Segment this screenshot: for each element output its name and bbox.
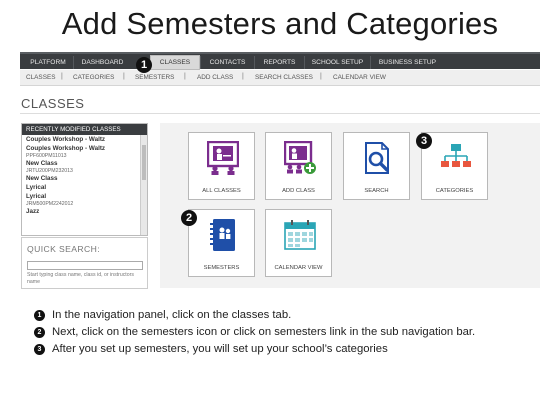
subnav-add-class[interactable]: ADD CLASS xyxy=(197,74,233,81)
callout-3: 3 xyxy=(416,133,432,149)
nav-tab-classes[interactable]: CLASSES xyxy=(150,55,200,70)
recent-header: RECENTLY MODIFIED CLASSES xyxy=(22,124,147,135)
heading-divider xyxy=(20,113,540,114)
nav-tab-school-setup[interactable]: SCHOOL SETUP xyxy=(304,56,370,69)
list-item[interactable]: Couples Workshop - Waltz PPF600PM11013 xyxy=(22,144,141,159)
subnav-classes[interactable]: CLASSES xyxy=(26,74,55,81)
subnav-categories[interactable]: CATEGORIES xyxy=(73,74,114,81)
list-item[interactable]: Lyrical xyxy=(22,183,141,192)
nav-tab-reports[interactable]: REPORTS xyxy=(254,56,304,69)
step-text: After you set up semesters, you will set… xyxy=(52,343,388,355)
all-classes-label: ALL CLASSES xyxy=(202,188,241,194)
step-number-badge: 1 xyxy=(34,310,45,321)
subnav-separator: | xyxy=(320,73,322,80)
semesters-tile[interactable]: SEMESTERS xyxy=(188,209,255,277)
instruction-step: 2 Next, click on the semesters icon or c… xyxy=(34,326,534,339)
subnav-separator: | xyxy=(242,73,244,80)
all-classes-icon xyxy=(207,141,239,175)
subnav-semesters[interactable]: SEMESTERS xyxy=(135,74,174,81)
calendar-icon xyxy=(284,220,316,250)
add-class-label: ADD CLASS xyxy=(282,188,315,194)
semesters-label: SEMESTERS xyxy=(203,265,240,271)
recent-scrollbar[interactable] xyxy=(140,135,147,235)
step-text: Next, click on the semesters icon or cli… xyxy=(52,326,476,338)
search-icon xyxy=(365,142,389,174)
all-classes-tile[interactable]: ALL CLASSES xyxy=(188,132,255,200)
list-item[interactable]: Jazz xyxy=(22,207,141,216)
step-text: In the navigation panel, click on the cl… xyxy=(52,309,292,321)
add-class-icon xyxy=(284,141,316,174)
search-label: SEARCH xyxy=(364,188,389,194)
search-tile[interactable]: SEARCH xyxy=(343,132,410,200)
instruction-step: 1 In the navigation panel, click on the … xyxy=(34,309,534,322)
quick-search-panel: QUICK SEARCH: Start typing class name, c… xyxy=(21,237,148,289)
subnav-separator: | xyxy=(184,73,186,80)
add-class-tile[interactable]: ADD CLASS xyxy=(265,132,332,200)
recent-list: Couples Workshop - Waltz Couples Worksho… xyxy=(22,135,141,235)
nav-tab-contacts[interactable]: CONTACTS xyxy=(200,56,254,69)
nav-tab-platform[interactable]: PLATFORM xyxy=(23,56,73,69)
sub-navigation: CLASSES | CATEGORIES | SEMESTERS | ADD C… xyxy=(20,70,540,86)
callout-2: 2 xyxy=(181,210,197,226)
callout-1: 1 xyxy=(136,57,152,73)
list-item[interactable]: Couples Workshop - Waltz xyxy=(22,135,141,144)
recently-modified-panel: RECENTLY MODIFIED CLASSES Couples Worksh… xyxy=(21,123,148,236)
step-number-badge: 2 xyxy=(34,327,45,338)
categories-label: CATEGORIES xyxy=(435,188,474,194)
calendar-view-label: CALENDAR VIEW xyxy=(274,265,323,271)
quick-search-input[interactable] xyxy=(27,261,143,270)
list-item[interactable]: New Class JRTU200PM232013 xyxy=(22,159,141,174)
quick-search-label: QUICK SEARCH: xyxy=(27,244,101,254)
subnav-separator: | xyxy=(123,73,125,80)
quick-search-help: Start typing class name, class id, or in… xyxy=(27,272,134,285)
subnav-calendar-view[interactable]: CALENDAR VIEW xyxy=(333,74,386,81)
nav-tab-business-setup[interactable]: BUSINESS SETUP xyxy=(370,56,444,69)
instruction-list: 1 In the navigation panel, click on the … xyxy=(34,309,534,360)
subnav-separator: | xyxy=(61,73,63,80)
subnav-search-classes[interactable]: SEARCH CLASSES xyxy=(255,74,313,81)
calendar-view-tile[interactable]: CALENDAR VIEW xyxy=(265,209,332,277)
step-number-badge: 3 xyxy=(34,344,45,355)
class-tools-panel: ALL CLASSES ADD CLASS SEARCH CATEGORIES … xyxy=(160,123,540,288)
list-item[interactable]: New Class xyxy=(22,174,141,183)
semesters-icon xyxy=(210,219,235,251)
instruction-step: 3 After you set up semesters, you will s… xyxy=(34,343,534,356)
top-navigation: PLATFORM DASHBOARD CLASSES CONTACTS REPO… xyxy=(20,52,540,70)
nav-tab-dashboard[interactable]: DASHBOARD xyxy=(73,56,131,69)
scrollbar-thumb[interactable] xyxy=(142,145,146,180)
slide-title: Add Semesters and Categories xyxy=(61,6,499,41)
categories-icon xyxy=(441,144,471,167)
page-title: CLASSES xyxy=(21,96,85,111)
list-item[interactable]: Lyrical JRM500PM2242012 xyxy=(22,192,141,207)
